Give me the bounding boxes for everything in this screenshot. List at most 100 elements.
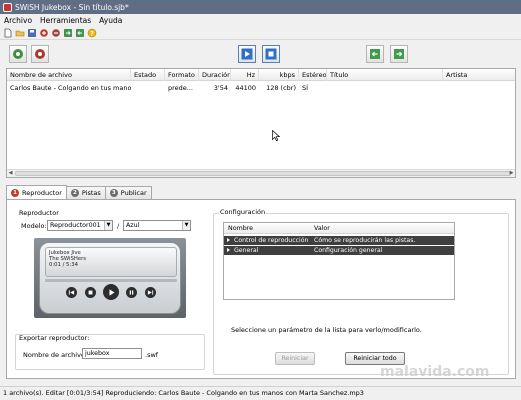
col-nombre-de-archivo[interactable]: Nombre de archivo [7, 69, 131, 81]
model-select[interactable]: Reproductor001 ▼ [47, 220, 113, 231]
import-icon[interactable] [75, 28, 85, 38]
open-folder-icon[interactable] [15, 28, 25, 38]
move-down-icon [394, 49, 404, 59]
status-bar: 1 archivo(s). Editar [0:01/3:54] Reprodu… [0, 386, 521, 400]
add-track-button[interactable] [9, 45, 27, 63]
col-estereo[interactable]: Estéreo [299, 69, 327, 81]
chevron-down-icon: ▼ [182, 221, 190, 230]
move-up-icon [370, 49, 380, 59]
play-player-button[interactable] [103, 284, 119, 300]
tab-label: Pistas [81, 189, 101, 197]
remove-track-button[interactable] [31, 45, 49, 63]
col-duracion[interactable]: Duración [199, 69, 231, 81]
pause-icon [129, 290, 134, 295]
export-icon[interactable] [63, 28, 73, 38]
previous-button[interactable] [66, 287, 77, 298]
col-kbps[interactable]: kbps [259, 69, 299, 81]
move-up-button[interactable] [366, 45, 384, 63]
player-progress-bar [45, 279, 177, 282]
scrollbar-thumb[interactable] [15, 171, 511, 176]
config-table-header: Nombre Valor [224, 223, 454, 234]
col-valor[interactable]: Valor [314, 223, 330, 234]
title-bar: SWiSH Jukebox - Sin título.sjb* [0, 0, 521, 14]
filename-input[interactable]: jukebox [82, 348, 142, 359]
config-table[interactable]: Nombre Valor Control de reproducción Cóm… [223, 222, 455, 300]
filename-label: Nombre de archivo: [23, 351, 88, 359]
app-icon [3, 2, 12, 12]
next-button[interactable] [145, 287, 156, 298]
filename-extension: .swf [145, 351, 159, 359]
mouse-cursor-icon [272, 130, 280, 141]
main-toolbar: ? [0, 26, 521, 40]
skin-select-value: Azul [126, 222, 140, 229]
col-titulo[interactable]: Título [327, 69, 443, 81]
model-select-value: Reproductor001 [50, 222, 101, 229]
watermark-logo: malavida.com [380, 364, 490, 380]
menu-archivo[interactable]: Archivo [4, 16, 32, 25]
remove-track-icon [35, 49, 45, 59]
cell-estereo: SÍ [302, 84, 309, 92]
playlist-table[interactable]: Nombre de archivo Estado Formato Duració… [6, 68, 516, 178]
col-estado[interactable]: Estado [131, 69, 165, 81]
screen-time: 0:01 / 5:34 [49, 262, 78, 268]
col-formato[interactable]: Formato [165, 69, 199, 81]
move-down-button[interactable] [390, 45, 408, 63]
cell-estado [131, 82, 165, 94]
play-button[interactable] [238, 45, 256, 63]
tab-label: Reproductor [22, 188, 62, 197]
cell-duracion: 3'54 [213, 84, 228, 92]
player-screen: Jukebox Jive The SWiSHers 0:01 / 5:34 [45, 247, 177, 277]
new-file-icon[interactable] [3, 28, 13, 38]
svg-text:?: ? [90, 30, 94, 37]
skin-select[interactable]: Azul ▼ [123, 220, 191, 231]
stop-player-button[interactable] [85, 287, 96, 298]
tab-publicar[interactable]: 3 Publicar [104, 186, 152, 199]
pause-button[interactable] [126, 287, 137, 298]
expand-arrow-icon[interactable] [227, 248, 230, 252]
play-icon [108, 288, 115, 296]
stop-button[interactable] [262, 45, 280, 63]
help-icon[interactable]: ? [87, 28, 97, 38]
horizontal-scrollbar[interactable]: ◀ ▶ [7, 169, 515, 177]
export-group-label: Exportar reproductor: [19, 334, 90, 342]
config-row-playback[interactable]: Control de reproducción Cómo se reproduc… [224, 236, 454, 245]
scroll-left-icon[interactable]: ◀ [7, 170, 14, 177]
add-song-icon[interactable] [39, 28, 49, 38]
tab-number-badge: 2 [70, 189, 79, 197]
menu-bar: Archivo Herramientas Ayuda [0, 14, 521, 26]
cell-titulo [327, 82, 443, 94]
window-title: SWiSH Jukebox - Sin título.sjb* [15, 2, 129, 12]
col-hz[interactable]: Hz [231, 69, 259, 81]
cell-hz: 44100 [235, 84, 256, 92]
scroll-right-icon[interactable]: ▶ [508, 170, 515, 177]
cell-artista [443, 82, 515, 94]
add-track-icon [13, 49, 23, 59]
tab-pistas[interactable]: 2 Pistas [65, 186, 106, 199]
model-label: Modelo: [21, 222, 47, 230]
cell-filename: Carlos Baute - Colgando en tus manos ... [10, 84, 131, 92]
model-separator: / [117, 222, 120, 230]
config-hint: Seleccione un parámetro de la lista para… [231, 326, 422, 334]
table-row[interactable]: Carlos Baute - Colgando en tus manos ...… [7, 82, 515, 94]
reproductor-panel: Reproductor Modelo: Reproductor001 ▼ / A… [6, 199, 516, 379]
tab-number-badge: 3 [109, 189, 118, 197]
menu-ayuda[interactable]: Ayuda [99, 16, 122, 25]
reset-button[interactable]: Reiniciar [275, 352, 315, 365]
expand-arrow-icon[interactable] [227, 238, 230, 242]
config-row-general[interactable]: General Configuración general [224, 246, 454, 255]
cell-formato: prede... [168, 84, 193, 92]
config-group-label: Configuración [219, 208, 267, 216]
player-group-label: Reproductor [19, 209, 59, 217]
col-nombre[interactable]: Nombre [228, 223, 253, 234]
config-row-value: Cómo se reproducirán las pistas. [314, 237, 416, 244]
player-skin: Jukebox Jive The SWiSHers 0:01 / 5:34 [39, 242, 181, 314]
col-artista[interactable]: Artista [443, 69, 515, 81]
remove-song-icon[interactable] [51, 28, 61, 38]
menu-herramientas[interactable]: Herramientas [40, 16, 91, 25]
playlist-header: Nombre de archivo Estado Formato Duració… [7, 69, 515, 81]
save-icon[interactable] [27, 28, 37, 38]
stop-icon [265, 48, 277, 60]
chevron-down-icon: ▼ [104, 221, 112, 230]
tab-reproductor[interactable]: 1 Reproductor [6, 185, 67, 199]
config-row-value: Configuración general [314, 247, 383, 254]
